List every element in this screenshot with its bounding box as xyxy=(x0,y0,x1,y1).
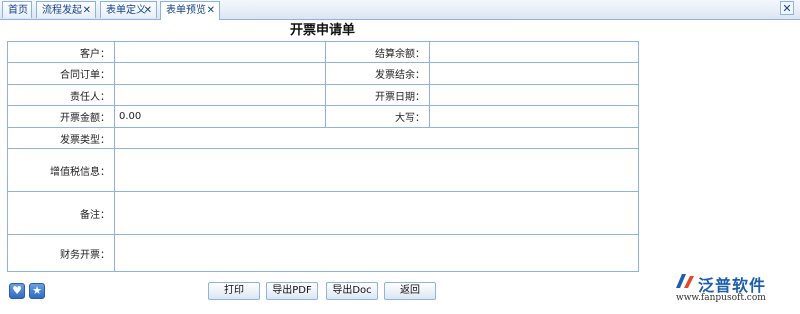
invoice-date-label: 开票日期： xyxy=(325,84,430,106)
tab-form-preview-label: 表单预览 xyxy=(166,5,206,16)
tab-form-preview[interactable]: 表单预览 ✕ xyxy=(160,1,220,20)
tab-form-definition-label: 表单定义 xyxy=(106,5,146,16)
uppercase-amount-field[interactable] xyxy=(429,105,639,128)
invoice-type-label: 发票类型： xyxy=(7,127,115,149)
contract-field[interactable] xyxy=(114,62,326,85)
logo-url: www.fanpusoft.com xyxy=(676,293,766,303)
logo-icon xyxy=(676,274,694,288)
finance-invoice-field[interactable] xyxy=(114,234,639,272)
customer-field[interactable] xyxy=(114,41,326,63)
owner-label: 责任人： xyxy=(7,84,115,106)
finance-invoice-label: 财务开票： xyxy=(7,234,115,272)
form-title: 开票申请单 xyxy=(289,23,355,38)
amount-label: 开票金额： xyxy=(7,105,115,128)
tab-home[interactable]: 首页 xyxy=(2,1,32,18)
balance-field[interactable] xyxy=(429,41,639,63)
tab-bar: 首页 流程发起 ✕ 表单定义 ✕ 表单预览 ✕ ✕ xyxy=(0,0,800,20)
close-icon[interactable]: ✕ xyxy=(144,2,152,19)
star-icon[interactable]: ★ xyxy=(29,283,45,299)
print-button[interactable]: 打印 xyxy=(208,282,260,300)
invoice-remain-label: 发票结余： xyxy=(325,62,430,85)
tab-form-definition[interactable]: 表单定义 ✕ xyxy=(100,1,157,18)
vat-info-field[interactable] xyxy=(114,148,639,192)
back-button[interactable]: 返回 xyxy=(384,282,436,300)
export-pdf-button[interactable]: 导出PDF xyxy=(266,282,318,300)
invoice-type-field[interactable] xyxy=(114,127,639,149)
invoice-form-table: 客户： 结算余额： 合同订单： 发票结余： 责任人： 开票日期： 开票金额： 0… xyxy=(7,41,639,272)
uppercase-amount-label: 大写： xyxy=(325,105,430,128)
form-row: 合同订单： 发票结余： xyxy=(7,62,639,85)
export-doc-button[interactable]: 导出Doc xyxy=(326,282,378,300)
form-row: 发票类型： xyxy=(7,127,639,149)
owner-field[interactable] xyxy=(114,84,326,106)
tab-flow-start[interactable]: 流程发起 ✕ xyxy=(36,1,96,18)
customer-label: 客户： xyxy=(7,41,115,63)
tab-flow-start-label: 流程发起 xyxy=(42,5,82,16)
form-row: 责任人： 开票日期： xyxy=(7,84,639,106)
vat-info-label: 增值税信息： xyxy=(7,148,115,192)
window-close-icon[interactable]: ✕ xyxy=(780,1,794,15)
amount-field[interactable]: 0.00 xyxy=(114,105,326,128)
form-row: 开票金额： 0.00 大写： xyxy=(7,105,639,128)
contract-label: 合同订单： xyxy=(7,62,115,85)
remark-field[interactable] xyxy=(114,191,639,235)
remark-label: 备注： xyxy=(7,191,115,235)
invoice-remain-field[interactable] xyxy=(429,62,639,85)
heart-icon[interactable]: ♥ xyxy=(9,283,25,299)
tab-home-label: 首页 xyxy=(8,5,28,16)
form-row: 增值税信息： xyxy=(7,148,639,192)
company-logo: 泛普软件 www.fanpusoft.com xyxy=(672,270,796,306)
balance-label: 结算余额： xyxy=(325,41,430,63)
close-icon[interactable]: ✕ xyxy=(207,2,215,19)
invoice-date-field[interactable] xyxy=(429,84,639,106)
form-row: 备注： xyxy=(7,191,639,235)
close-icon[interactable]: ✕ xyxy=(83,2,91,19)
form-row: 财务开票： xyxy=(7,234,639,272)
form-row: 客户： 结算余额： xyxy=(7,41,639,63)
